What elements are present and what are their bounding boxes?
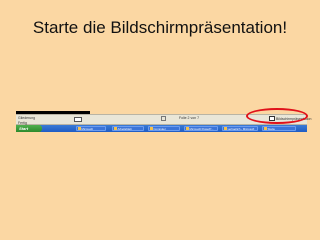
taskbar-button-label: Microsoft [81,126,93,131]
app-icon [114,127,117,130]
slide-sorter-icon[interactable] [161,116,166,121]
outline-view-icon[interactable] [74,117,82,122]
taskbar-button-label: vertraglich - Microsoft [227,126,255,131]
taskbar-button-label: Arbeitsblatt [117,126,132,131]
taskbar-button-4[interactable]: Microsoft PowerP... [184,126,218,131]
folder-icon [150,127,153,130]
taskbar-button-5[interactable]: vertraglich - Microsoft [222,126,258,131]
taskbar-button-3[interactable]: Computer [148,126,180,131]
app-icon [264,127,267,130]
taskbar-button-label: Computer [153,126,166,131]
taskbar-button-label: Microsoft PowerP... [189,126,214,131]
app-icon [78,127,81,130]
slide-counter: Folie 2 von 7 [179,116,200,120]
slide-title: Starte die Bildschirmpräsentation! [32,18,288,37]
taskbar-button-1[interactable]: Microsoft [76,126,106,131]
windows-taskbar: Start Microsoft Arbeitsblatt Computer Mi… [16,125,307,132]
taskbar-button-2[interactable]: Arbeitsblatt [112,126,144,131]
view-label[interactable]: Gliederung [18,116,35,120]
start-button[interactable]: Start [16,125,42,132]
taskbar-button-6[interactable]: Starte [262,126,296,131]
taskbar-button-label: Starte [267,126,275,131]
powerpoint-icon [186,127,189,130]
word-icon [224,127,227,130]
highlight-oval [246,108,308,124]
